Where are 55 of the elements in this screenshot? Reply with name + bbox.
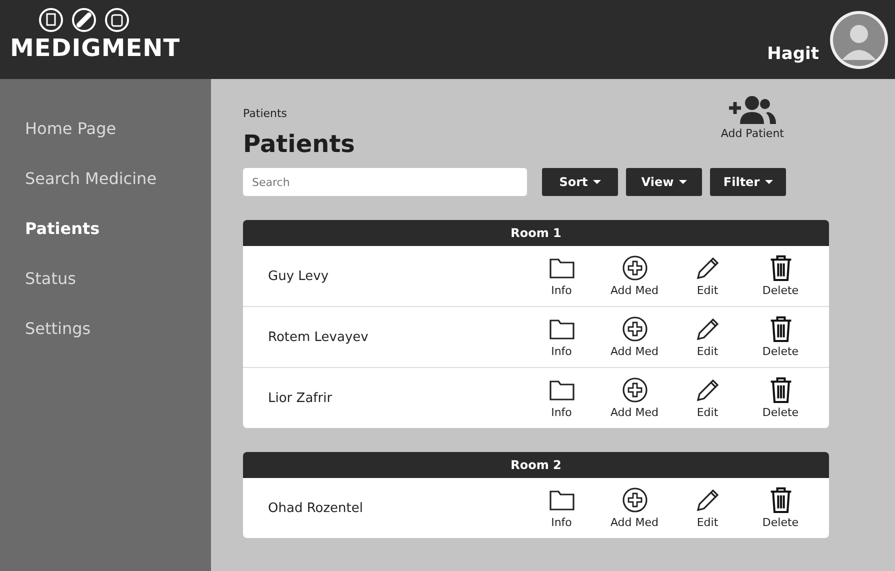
- trash-icon: [768, 255, 792, 281]
- patient-name: Ohad Rozentel: [268, 500, 363, 516]
- clipboard-icon: [38, 7, 64, 33]
- info-action[interactable]: Info: [525, 487, 598, 529]
- dropdown-button[interactable]: Sort: [542, 168, 618, 196]
- plus-circle-icon: [622, 316, 648, 342]
- room-header: Room 2: [243, 452, 829, 478]
- page-title: Patients: [243, 130, 355, 158]
- add-action[interactable]: Add Med: [598, 487, 671, 529]
- trash-icon: [768, 377, 792, 403]
- room-header: Room 1: [243, 220, 829, 246]
- pencil-icon: [694, 255, 720, 281]
- info-action[interactable]: Info: [525, 316, 598, 358]
- search-field[interactable]: Search: [243, 168, 527, 196]
- edit-action[interactable]: Edit: [671, 377, 744, 419]
- add-action[interactable]: Add Med: [598, 316, 671, 358]
- edit-action[interactable]: Edit: [671, 316, 744, 358]
- add-person-icon: [727, 95, 778, 125]
- caret-icon: [764, 180, 773, 184]
- dropdown-button[interactable]: View: [626, 168, 702, 196]
- delete-action[interactable]: Delete: [744, 316, 817, 358]
- add-action[interactable]: Add Med: [598, 255, 671, 297]
- sidebar-item[interactable]: Status: [0, 267, 76, 291]
- add-action[interactable]: Add Med: [598, 377, 671, 419]
- plus-circle-icon: [622, 377, 648, 403]
- caret-icon: [678, 180, 687, 184]
- delete-action[interactable]: Delete: [744, 487, 817, 529]
- delete-action[interactable]: Delete: [744, 377, 817, 419]
- trash-icon: [768, 487, 792, 513]
- delete-action[interactable]: Delete: [744, 255, 817, 297]
- edit-action[interactable]: Edit: [671, 487, 744, 529]
- patient-name: Guy Levy: [268, 268, 329, 284]
- pencil-icon: [694, 377, 720, 403]
- plus-circle-icon: [622, 255, 648, 281]
- pencil-icon: [694, 316, 720, 342]
- sidebar-item[interactable]: Patients: [0, 217, 100, 241]
- dropdown-button[interactable]: Filter: [710, 168, 786, 196]
- logo-text: MEDIGMENT: [10, 33, 180, 63]
- plus-circle-icon: [622, 487, 648, 513]
- sidebar-item[interactable]: Home Page: [0, 117, 116, 141]
- add-patient-button[interactable]: Add Patient: [720, 95, 784, 158]
- info-action[interactable]: Info: [525, 377, 598, 419]
- sidebar-item[interactable]: Settings: [0, 317, 91, 341]
- patient-name: Lior Zafrir: [268, 390, 332, 406]
- sidebar-item[interactable]: Search Medicine: [0, 167, 157, 191]
- avatar-icon[interactable]: [829, 10, 889, 70]
- caret-icon: [592, 180, 601, 184]
- pill-icon: [71, 7, 97, 33]
- patient-name: Rotem Levayev: [268, 330, 368, 344]
- trash-icon: [768, 316, 792, 342]
- info-action[interactable]: Info: [525, 255, 598, 297]
- breadcrumb[interactable]: Patients: [243, 107, 355, 120]
- user-name: Hagit: [767, 44, 819, 64]
- edit-action[interactable]: Edit: [671, 255, 744, 297]
- pencil-icon: [694, 487, 720, 513]
